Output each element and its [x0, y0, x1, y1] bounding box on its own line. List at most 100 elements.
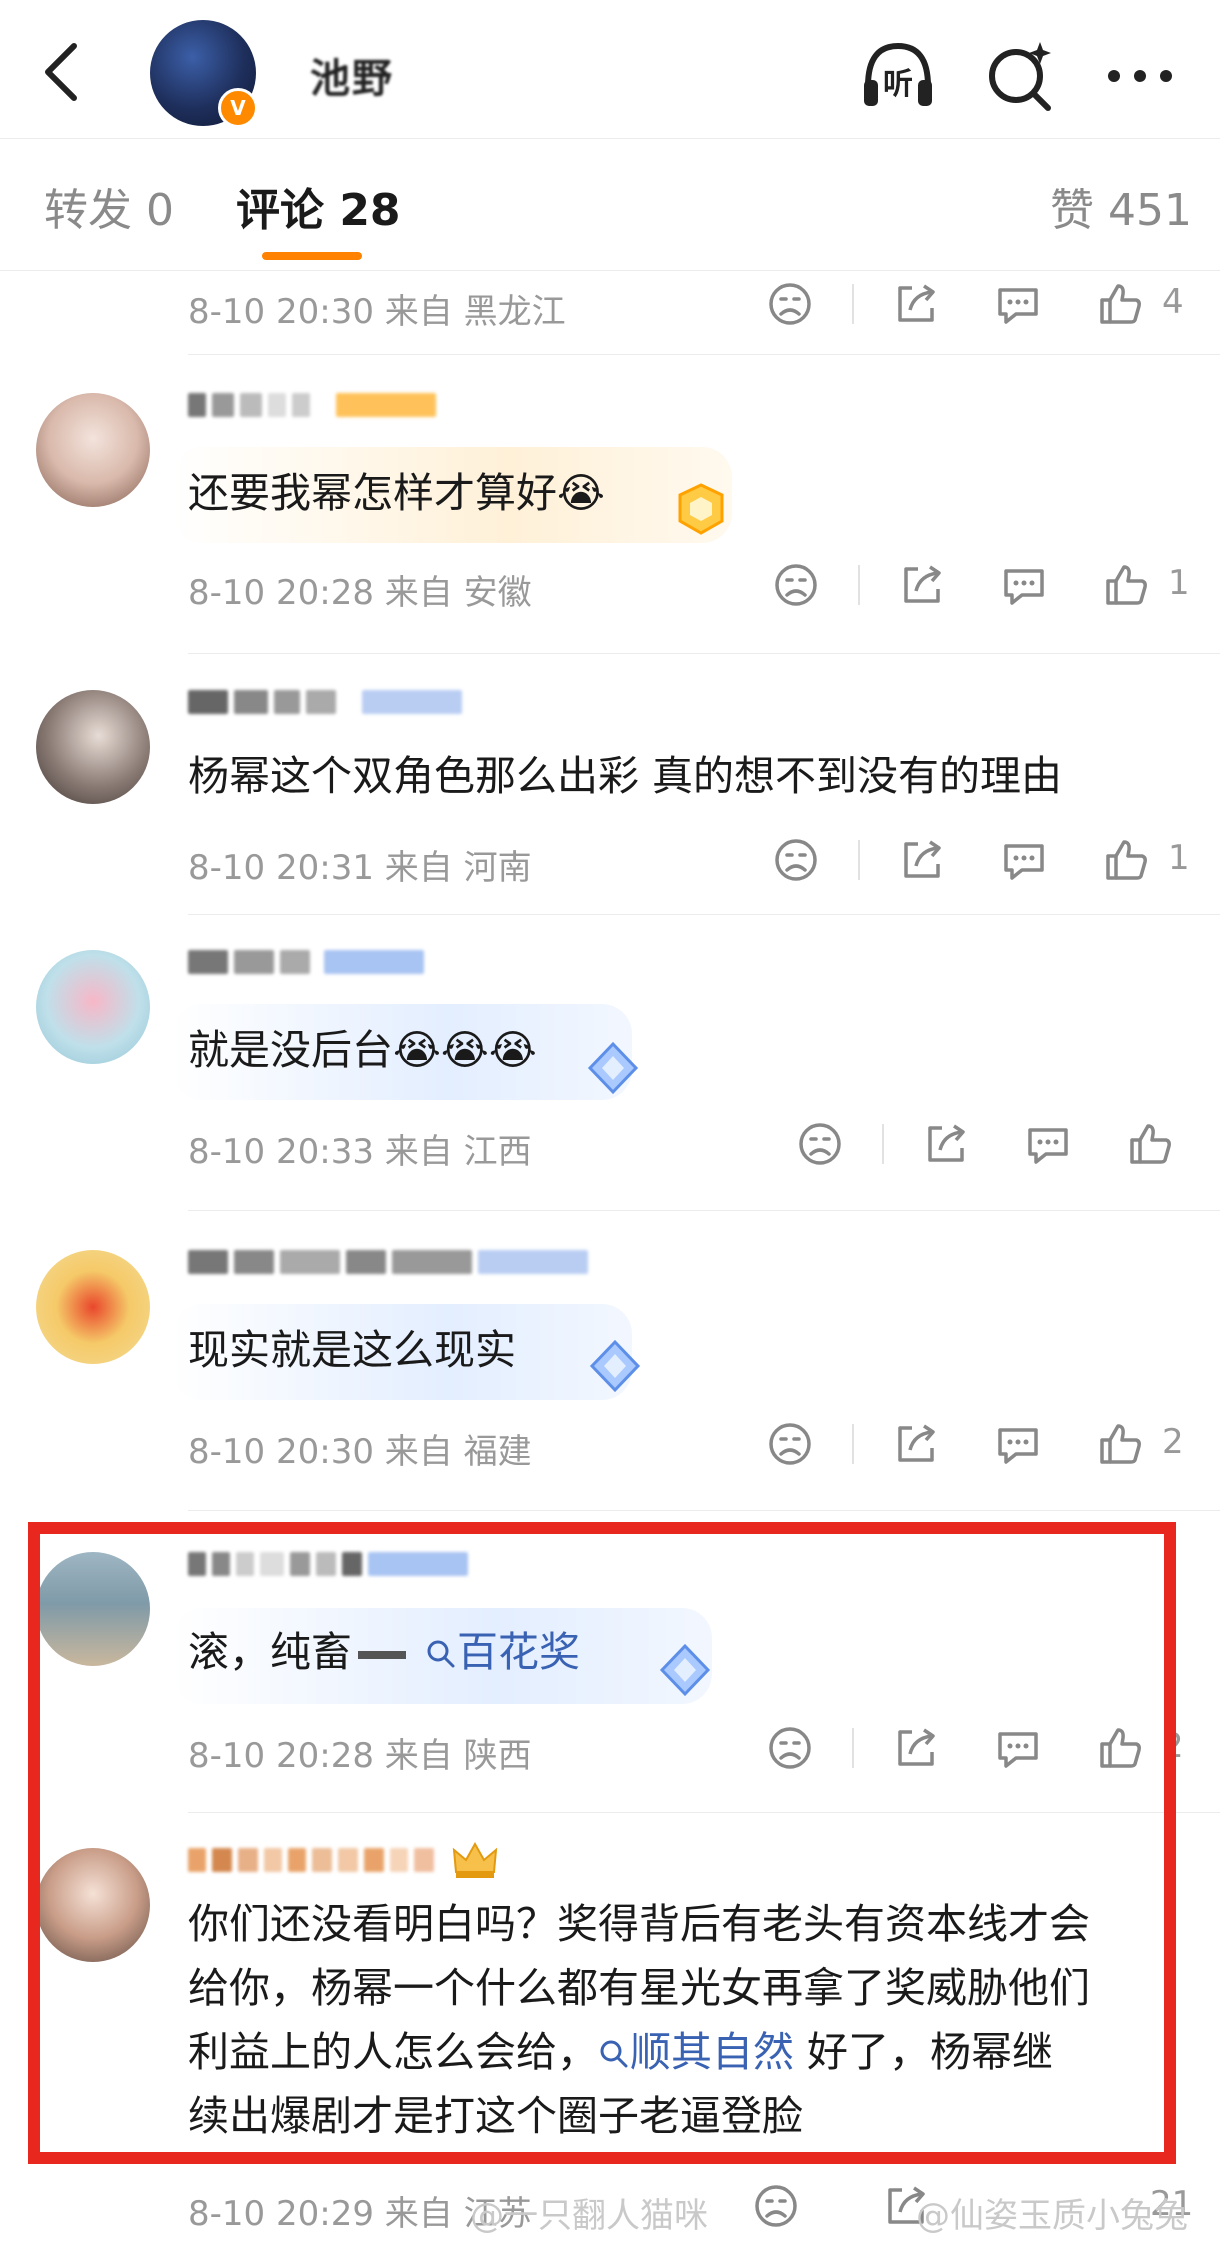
- comment-text: 就是没后台😭😭😭: [188, 1026, 537, 1074]
- username-blurred[interactable]: [188, 385, 436, 425]
- fan-badge-icon: [589, 1339, 641, 1393]
- topic-link-label: 顺其自然: [630, 2028, 794, 2076]
- comment-actions: [0, 1120, 1220, 1180]
- fan-badge-icon: [678, 483, 724, 535]
- comment-actions: 1: [0, 836, 1220, 896]
- like-icon[interactable]: [1102, 561, 1150, 609]
- dislike-icon[interactable]: [766, 1420, 814, 1468]
- redacted-bar: [358, 1651, 406, 1659]
- reply-icon[interactable]: [1000, 836, 1048, 884]
- username-blurred[interactable]: [188, 682, 462, 722]
- dislike-icon[interactable]: [766, 1724, 814, 1772]
- like-count: 4: [1162, 282, 1184, 322]
- dislike-icon[interactable]: [772, 561, 820, 609]
- username-blurred[interactable]: [188, 1242, 588, 1282]
- comment-text-line-1: 你们还没看明白吗？奖得背后有老头有资本线才会: [188, 1900, 1090, 1948]
- comment-text: 现实就是这么现实: [188, 1326, 516, 1374]
- divider: [188, 354, 1220, 355]
- divider: [188, 1812, 1220, 1813]
- divider: [188, 1510, 1220, 1511]
- tab-reposts[interactable]: 转发 0: [44, 174, 174, 238]
- topic-link[interactable]: 百花奖: [412, 1628, 580, 1676]
- divider: [852, 1424, 854, 1464]
- comment-actions: 1: [0, 561, 1220, 621]
- like-icon[interactable]: [1102, 836, 1150, 884]
- comment-text-line-4: 续出爆剧才是打这个圈子老逼登脸: [188, 2092, 803, 2140]
- avatar[interactable]: [36, 690, 150, 804]
- divider: [882, 1124, 884, 1164]
- divider: [188, 914, 1220, 915]
- more-icon[interactable]: [1100, 36, 1180, 116]
- comment-actions: 4: [0, 280, 1220, 340]
- like-icon[interactable]: [1096, 1420, 1144, 1468]
- listen-label: 听: [883, 67, 913, 102]
- avatar[interactable]: [36, 950, 150, 1064]
- search-icon: [427, 1640, 455, 1668]
- dislike-icon[interactable]: [796, 1120, 844, 1168]
- like-count: 1: [1168, 563, 1190, 603]
- author-avatar[interactable]: V: [150, 20, 258, 128]
- comment-text: 还要我幂怎样才算好😭: [188, 469, 605, 517]
- active-tab-indicator: [262, 252, 362, 260]
- reply-icon[interactable]: [1024, 1120, 1072, 1168]
- tab-comments[interactable]: 评论 28: [236, 174, 401, 238]
- like-count: 2: [1162, 1422, 1184, 1462]
- line-3-prefix: 利益上的人怎么会给，: [188, 2028, 598, 2076]
- reply-icon[interactable]: [994, 280, 1042, 328]
- back-icon[interactable]: [38, 40, 86, 104]
- reply-icon[interactable]: [994, 1420, 1042, 1468]
- watermark-right: @仙姿玉质小兔兔: [916, 2196, 1188, 2236]
- divider: [852, 284, 854, 324]
- share-icon[interactable]: [892, 1420, 940, 1468]
- tab-likes[interactable]: 赞 451: [1050, 174, 1192, 238]
- share-icon[interactable]: [892, 1724, 940, 1772]
- like-icon[interactable]: [1126, 1120, 1174, 1168]
- author-name[interactable]: 池野: [310, 46, 394, 104]
- avatar[interactable]: [36, 1552, 150, 1666]
- like-icon[interactable]: [1096, 1724, 1144, 1772]
- dislike-icon[interactable]: [772, 836, 820, 884]
- divider: [188, 653, 1220, 654]
- comment-actions: 2: [0, 1724, 1220, 1784]
- comment-text-line-2: 给你，杨幂一个什么都有星光女再拿了奖威胁他们: [188, 1964, 1090, 2012]
- dislike-icon[interactable]: [752, 2182, 800, 2230]
- top-bar: V 池野 听: [0, 0, 1220, 139]
- share-icon[interactable]: [898, 836, 946, 884]
- avatar[interactable]: [36, 1848, 150, 1962]
- reply-icon[interactable]: [994, 1724, 1042, 1772]
- username-blurred[interactable]: [188, 1544, 468, 1584]
- tab-bar: 转发 0 评论 28 赞 451: [0, 138, 1220, 271]
- divider: [852, 1728, 854, 1768]
- like-count: 2: [1162, 1726, 1184, 1766]
- divider: [188, 1210, 1220, 1211]
- comment-text-prefix: 滚，纯畜: [188, 1628, 352, 1676]
- line-3-suffix: 好了，杨幂继: [794, 2028, 1054, 2076]
- share-icon[interactable]: [898, 561, 946, 609]
- username-blurred[interactable]: [188, 1840, 500, 1880]
- like-icon[interactable]: [1096, 280, 1144, 328]
- topic-link-label: 百花奖: [457, 1628, 581, 1676]
- crown-badge-icon: [452, 1841, 498, 1878]
- avatar[interactable]: [36, 393, 150, 507]
- comment-text-line-3: 利益上的人怎么会给， 顺其自然 好了，杨幂继: [188, 2020, 1053, 2084]
- topic-link[interactable]: 顺其自然: [598, 2028, 794, 2076]
- ai-search-icon[interactable]: [980, 36, 1060, 116]
- avatar[interactable]: [36, 1250, 150, 1364]
- dislike-icon[interactable]: [766, 280, 814, 328]
- comment-actions: 2: [0, 1420, 1220, 1480]
- like-count: 1: [1168, 838, 1190, 878]
- divider: [858, 840, 860, 880]
- fan-badge-icon: [659, 1643, 711, 1697]
- share-icon[interactable]: [892, 280, 940, 328]
- search-icon: [600, 2040, 628, 2068]
- listen-icon[interactable]: 听: [858, 36, 938, 116]
- comment-text: 杨幂这个双角色那么出彩 真的想不到没有的理由: [188, 752, 1063, 800]
- fan-badge-icon: [587, 1041, 639, 1095]
- divider: [858, 565, 860, 605]
- verified-badge: V: [218, 88, 258, 128]
- comment-text: 滚，纯畜 百花奖: [188, 1620, 580, 1684]
- watermark-left: @一只翻人猫咪: [470, 2196, 708, 2236]
- username-blurred[interactable]: [188, 942, 424, 982]
- reply-icon[interactable]: [1000, 561, 1048, 609]
- share-icon[interactable]: [922, 1120, 970, 1168]
